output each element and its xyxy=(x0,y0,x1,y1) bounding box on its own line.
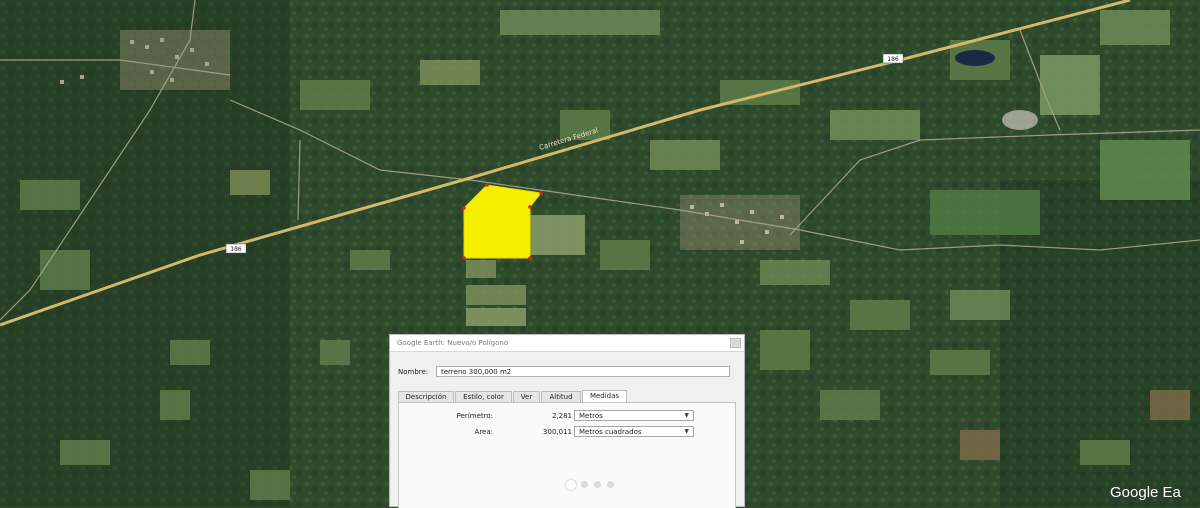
clearing xyxy=(1002,110,1038,130)
tab-altitud[interactable]: Altitud xyxy=(541,391,581,402)
dialog-titlebar[interactable]: Google Earth: Nuevo/o Polígono xyxy=(390,335,744,352)
close-button[interactable] xyxy=(730,338,741,348)
pager-dot[interactable] xyxy=(607,481,614,488)
tab-descripcion[interactable]: Descripción xyxy=(398,391,454,402)
road-shield-label: 186 xyxy=(230,246,242,253)
pager-dot[interactable] xyxy=(594,481,601,488)
pager-dot[interactable] xyxy=(581,481,588,488)
road-shield-label: 186 xyxy=(887,56,899,63)
measurements-panel: Perímetro: 2,281 Metros ▼ Área: 300,011 … xyxy=(398,402,736,508)
area-unit-value: Metros cuadrados xyxy=(579,428,642,436)
area-value: 300,011 xyxy=(543,428,572,436)
polygon-dialog: Google Earth: Nuevo/o Polígono Nombre: t… xyxy=(389,334,745,508)
chevron-down-icon: ▼ xyxy=(684,428,689,435)
tab-ver[interactable]: Ver xyxy=(513,391,540,402)
perimeter-unit-select[interactable]: Metros ▼ xyxy=(574,410,694,421)
perimeter-label: Perímetro: xyxy=(456,412,493,420)
name-input[interactable]: terreno 300,000 m2 xyxy=(436,366,730,377)
town-east xyxy=(680,195,800,250)
dialog-title: Google Earth: Nuevo/o Polígono xyxy=(397,339,509,347)
lake xyxy=(955,50,995,66)
tab-estilo-color[interactable]: Estilo, color xyxy=(455,391,512,402)
name-label: Nombre: xyxy=(398,368,429,376)
chevron-down-icon: ▼ xyxy=(684,412,689,419)
area-label: Área: xyxy=(474,428,493,436)
pager-dot[interactable] xyxy=(566,480,576,490)
area-unit-select[interactable]: Metros cuadrados ▼ xyxy=(574,426,694,437)
perimeter-unit-value: Metros xyxy=(579,412,603,420)
measured-polygon[interactable] xyxy=(463,184,542,259)
perimeter-value: 2,281 xyxy=(551,412,572,420)
google-earth-watermark: Google Ea xyxy=(1110,484,1181,501)
